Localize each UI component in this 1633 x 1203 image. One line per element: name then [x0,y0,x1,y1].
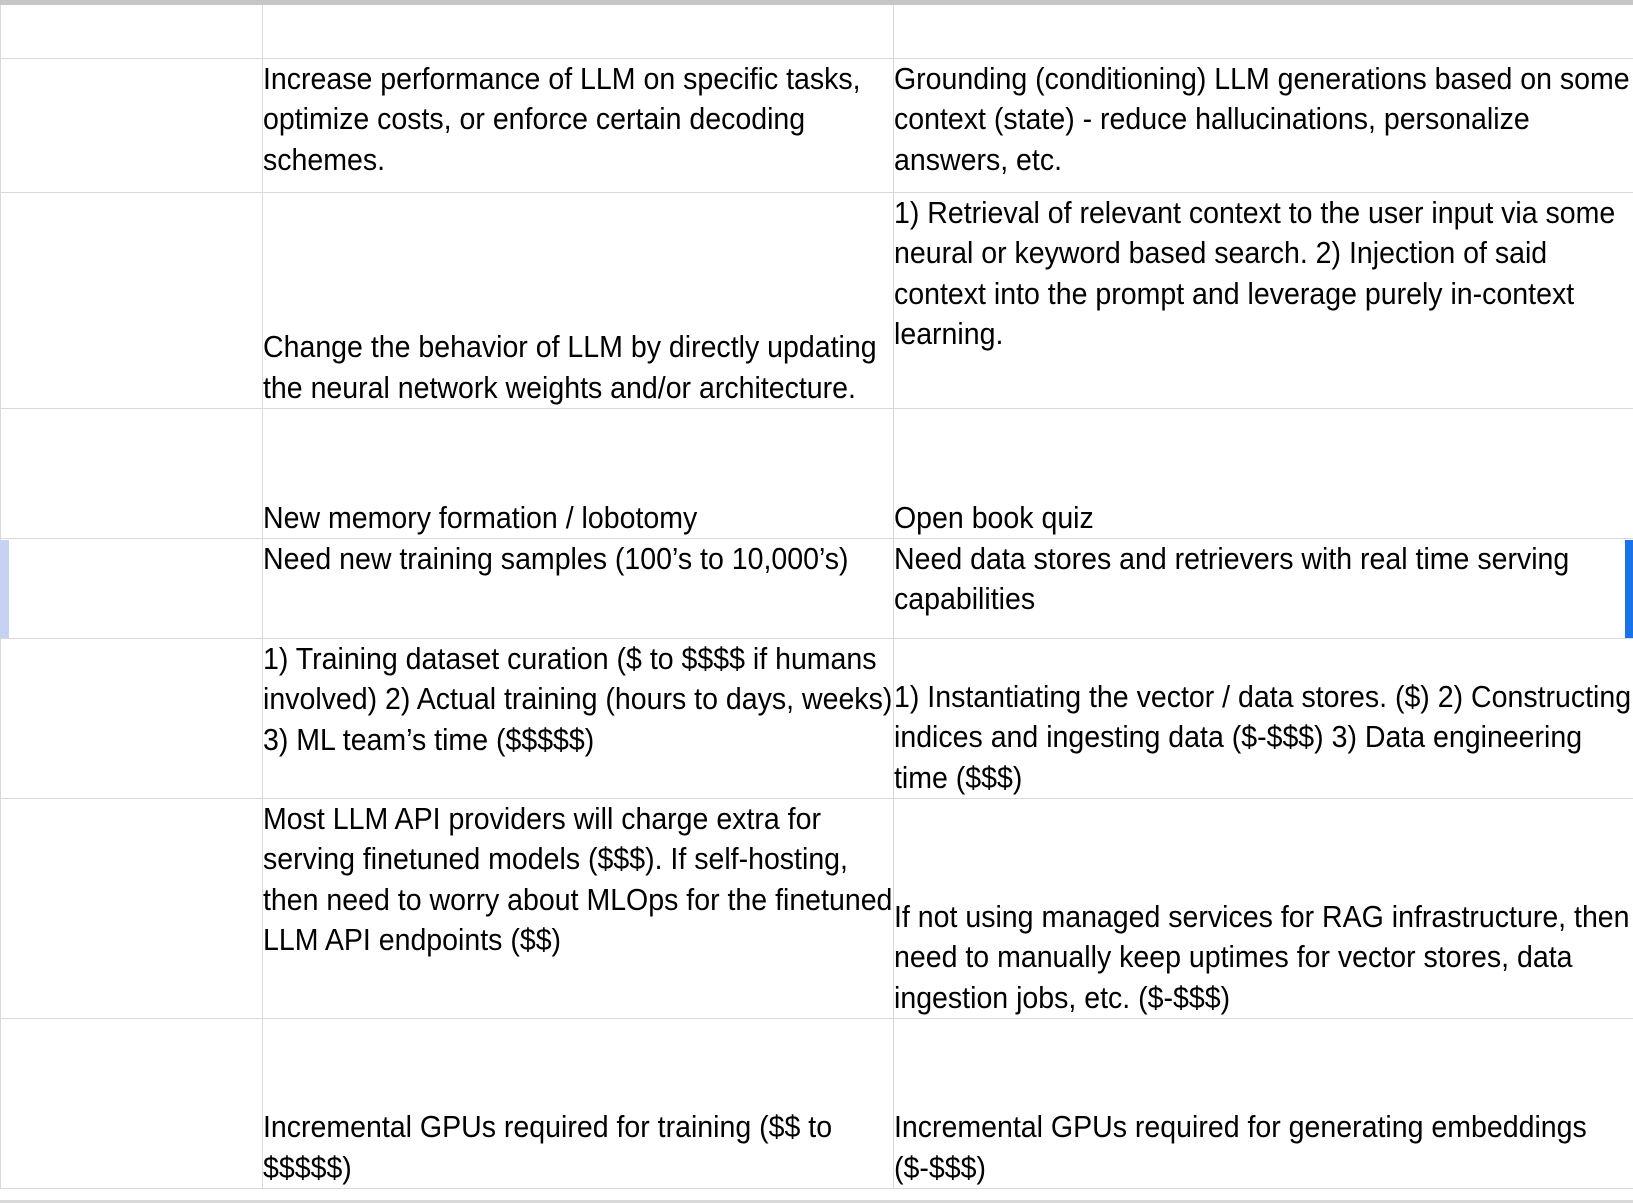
cell-analogy-rag[interactable]: Open book quiz [893,408,1633,539]
cell-text: Need data stores and retrievers with rea… [894,541,1570,617]
column-header-finetuning[interactable]: Finetuning [262,0,894,59]
cell-upfront-resource-finetuning[interactable]: 1) Training dataset curation ($ to $$$$ … [262,638,894,799]
row-label-text: Upfront Resource Commitment [1,680,176,796]
cell-upfront-infra-rag[interactable]: Incremental GPUs required for generating… [893,1018,1633,1189]
row-label-data-requirement[interactable]: Data requirement [0,538,263,639]
cell-upfront-infra-finetuning[interactable]: Incremental GPUs required for training (… [262,1018,894,1189]
row-label-text: Mechanism [1,370,157,406]
table-row: Analogy to human learning New memory for… [0,408,1633,539]
cell-ongoing-resource-rag[interactable]: If not using managed services for RAG in… [893,798,1633,1019]
cell-text: Increase performance of LLM on specific … [263,61,861,177]
cell-text: 1) Instantiating the vector / data store… [894,679,1632,795]
table-row: Canonical use case Increase performance … [0,58,1633,193]
table-row: Upfront Resource Commitment 1) Training … [0,638,1633,799]
cell-text: Grounding (conditioning) LLM generations… [894,61,1630,177]
table-row: Data requirement Need new training sampl… [0,538,1633,639]
row-label-text: Upfront Infrastructure investment [1,1021,187,1136]
row-label-mechanism[interactable]: Mechanism [0,192,263,409]
cell-mechanism-rag[interactable]: 1) Retrieval of relevant context to the … [893,192,1633,409]
cell-text: Incremental GPUs required for generating… [894,1109,1587,1185]
column-header-rag-label: RAG + Prompt Engineering [894,20,1274,57]
row-label-analogy-to-human-learning[interactable]: Analogy to human learning [0,408,263,539]
selection-edge-bar[interactable] [1625,540,1633,638]
row-label-text: Analogy to human learning [1,411,214,486]
row-label-upfront-resource-commitment[interactable]: Upfront Resource Commitment [0,638,263,799]
table-header-row: Finetuning RAG + Prompt Engineering [0,0,1633,59]
cell-text: New memory formation / lobotomy [263,499,698,535]
cell-text: Change the behavior of LLM by directly u… [263,329,877,405]
sheet-top-rule [0,0,1633,5]
table-row: Ongoing Resource Commitment Most LLM API… [0,798,1633,1019]
cell-text: Need new training samples (100’s to 10,0… [263,541,849,576]
cell-text: Open book quiz [894,499,1094,535]
column-header-finetuning-label: Finetuning [263,20,414,57]
row-header-selection-highlight[interactable] [0,540,9,638]
cell-ongoing-resource-finetuning[interactable]: Most LLM API providers will charge extra… [262,798,894,1019]
comparison-table: Finetuning RAG + Prompt Engineering Cano… [0,0,1633,1189]
cell-text: 1) Retrieval of relevant context to the … [894,195,1616,351]
cell-canonical-use-case-finetuning[interactable]: Increase performance of LLM on specific … [262,58,894,193]
row-label-text: Ongoing Resource Commitment [1,900,176,1016]
row-label-upfront-infrastructure-investment[interactable]: Upfront Infrastructure investment [0,1018,263,1189]
table-row: Mechanism Change the behavior of LLM by … [0,192,1633,409]
cell-analogy-finetuning[interactable]: New memory formation / lobotomy [262,408,894,539]
table-row: Upfront Infrastructure investment Increm… [0,1018,1633,1189]
row-label-ongoing-resource-commitment[interactable]: Ongoing Resource Commitment [0,798,263,1019]
row-label-text: Canonical use case [1,114,195,190]
cell-mechanism-finetuning[interactable]: Change the behavior of LLM by directly u… [262,192,894,409]
column-header-rag[interactable]: RAG + Prompt Engineering [893,0,1633,59]
cell-text: Most LLM API providers will charge extra… [263,801,893,957]
cell-upfront-resource-rag[interactable]: 1) Instantiating the vector / data store… [893,638,1633,799]
cell-text: Incremental GPUs required for training (… [263,1109,833,1185]
cell-data-requirement-finetuning[interactable]: Need new training samples (100’s to 10,0… [262,538,894,639]
cell-text: If not using managed services for RAG in… [894,899,1630,1015]
row-label-text: Data requirement [1,541,236,576]
cell-canonical-use-case-rag[interactable]: Grounding (conditioning) LLM generations… [893,58,1633,193]
comparison-table-sheet: Finetuning RAG + Prompt Engineering Cano… [0,0,1633,1203]
cell-text: 1) Training dataset curation ($ to $$$$ … [263,641,893,757]
row-label-canonical-use-case[interactable]: Canonical use case [0,58,263,193]
cell-data-requirement-rag[interactable]: Need data stores and retrievers with rea… [893,538,1633,639]
corner-cell [0,0,263,59]
